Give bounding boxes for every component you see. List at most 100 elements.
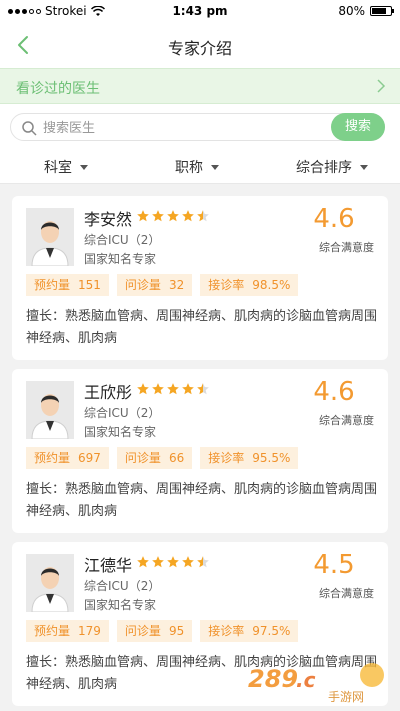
avatar <box>26 381 74 439</box>
star-icon <box>197 210 209 222</box>
search-box: 搜索 <box>10 113 385 141</box>
doctor-department: 综合ICU（2） <box>84 233 161 247</box>
doctor-department: 综合ICU（2） <box>84 579 161 593</box>
doctor-title: 国家知名专家 <box>84 252 157 266</box>
stat-tag-key: 接诊率 <box>208 624 245 638</box>
satisfaction-label: 综合满意度 <box>319 241 374 254</box>
stat-tag-value: 95 <box>168 624 185 638</box>
star-icon <box>182 556 194 568</box>
filter-title[interactable]: 职称 <box>175 157 219 177</box>
caret-down-icon <box>80 164 88 170</box>
satisfaction-score: 4.6 <box>313 204 355 234</box>
doctor-specialty: 擅长：熟悉脑血管病、周围神经病、肌肉病的诊脑血管病周围神经病、肌肉病 <box>26 482 378 519</box>
watermark-logo: 289 .c 手游网 <box>248 663 384 704</box>
star-icon <box>167 383 179 395</box>
doctor-title: 国家知名专家 <box>84 425 157 439</box>
stat-tag-key: 预约量 <box>34 278 71 292</box>
caret-down-icon <box>211 164 219 170</box>
doctor-department: 综合ICU（2） <box>84 406 161 420</box>
chevron-right-icon <box>377 79 386 93</box>
page-title: 专家介绍 <box>167 39 232 58</box>
stat-tag-key: 接诊率 <box>208 278 245 292</box>
stat-tag-value: 697 <box>78 451 101 465</box>
satisfaction-score: 4.6 <box>313 377 355 407</box>
star-icon <box>137 556 149 568</box>
filter-title-label: 职称 <box>175 160 203 176</box>
stat-tag-value: 95.5% <box>252 451 291 465</box>
stat-tag-key: 接诊率 <box>208 451 245 465</box>
doctor-name: 王欣彤 <box>84 383 133 402</box>
stat-tag-value: 151 <box>78 278 101 292</box>
star-icon <box>152 556 164 568</box>
satisfaction-label: 综合满意度 <box>319 414 374 427</box>
satisfaction-label: 综合满意度 <box>319 587 374 600</box>
stats-tags: 预约量 697 问诊量 66 接诊率 95.5% <box>26 447 299 469</box>
search-area: 搜索 <box>0 104 400 148</box>
battery-icon <box>370 6 394 16</box>
status-right: 80% <box>338 4 394 18</box>
star-icon <box>167 556 179 568</box>
stat-tag: 接诊率 98.5% <box>200 274 299 296</box>
filter-sort-label: 综合排序 <box>296 160 352 176</box>
rating-stars <box>136 555 210 569</box>
stat-tag-key: 问诊量 <box>124 451 161 465</box>
svg-text:手游网: 手游网 <box>328 690 364 704</box>
stat-tag: 接诊率 95.5% <box>200 447 299 469</box>
stat-tag-value: 98.5% <box>252 278 291 292</box>
star-icon <box>137 210 149 222</box>
doctor-avatar-icon <box>26 381 74 439</box>
search-input[interactable] <box>43 118 323 138</box>
svg-text:.c: .c <box>296 668 316 692</box>
doctor-avatar-icon <box>26 554 74 612</box>
stat-tag: 问诊量 66 <box>116 447 193 469</box>
star-icon <box>197 556 209 568</box>
battery-percent: 80% <box>338 4 365 18</box>
star-icon <box>182 383 194 395</box>
star-icon <box>152 210 164 222</box>
star-icon <box>182 210 194 222</box>
stat-tag-value: 66 <box>168 451 185 465</box>
stat-tag-key: 预约量 <box>34 451 71 465</box>
caret-down-icon <box>360 164 368 170</box>
stat-tag-value: 32 <box>168 278 185 292</box>
filter-sort[interactable]: 综合排序 <box>296 157 368 177</box>
star-icon <box>197 383 209 395</box>
stats-tags: 预约量 179 问诊量 95 接诊率 97.5% <box>26 620 299 642</box>
filter-bar: 科室 职称 综合排序 <box>0 148 400 184</box>
rating-stars <box>136 209 210 223</box>
rating-stars <box>136 382 210 396</box>
stat-tag-key: 预约量 <box>34 624 71 638</box>
avatar <box>26 554 74 612</box>
doctor-specialty: 擅长：熟悉脑血管病、周围神经病、肌肉病的诊脑血管病周围神经病、肌肉病 <box>26 309 378 346</box>
doctor-title: 国家知名专家 <box>84 598 157 612</box>
doctor-card[interactable]: 李安然 综合ICU（2） 国家知名专家 4.6 综合满意度 预约量 151 问诊量 3… <box>12 196 388 360</box>
stat-tag: 预约量 151 <box>26 274 109 296</box>
doctor-avatar-icon <box>26 208 74 266</box>
doctor-card[interactable]: 王欣彤 综合ICU（2） 国家知名专家 4.6 综合满意度 预约量 697 问诊量 6… <box>12 369 388 533</box>
stat-tag: 问诊量 32 <box>116 274 193 296</box>
stat-tag: 问诊量 95 <box>116 620 193 642</box>
stat-tag: 预约量 697 <box>26 447 109 469</box>
svg-text:289: 289 <box>248 665 298 693</box>
satisfaction-score: 4.5 <box>313 550 355 580</box>
stat-tag-key: 问诊量 <box>124 278 161 292</box>
stats-tags: 预约量 151 问诊量 32 接诊率 98.5% <box>26 274 299 296</box>
star-icon <box>152 383 164 395</box>
doctor-name: 李安然 <box>84 210 133 229</box>
filter-department[interactable]: 科室 <box>44 157 88 177</box>
stat-tag: 接诊率 97.5% <box>200 620 299 642</box>
stat-tag-value: 97.5% <box>252 624 291 638</box>
doctor-name: 江德华 <box>84 556 133 575</box>
stat-tag: 预约量 179 <box>26 620 109 642</box>
avatar <box>26 208 74 266</box>
stat-tag-value: 179 <box>78 624 101 638</box>
stat-tag-key: 问诊量 <box>124 624 161 638</box>
search-icon <box>22 121 37 136</box>
search-button[interactable]: 搜索 <box>331 113 385 141</box>
visited-doctors-banner[interactable]: 看诊过的医生 <box>0 68 400 104</box>
star-icon <box>167 210 179 222</box>
star-icon <box>137 383 149 395</box>
status-bar: Strokei 1:43 pm 80% <box>0 0 400 22</box>
visited-doctors-label: 看诊过的医生 <box>16 81 100 97</box>
filter-department-label: 科室 <box>44 160 72 176</box>
